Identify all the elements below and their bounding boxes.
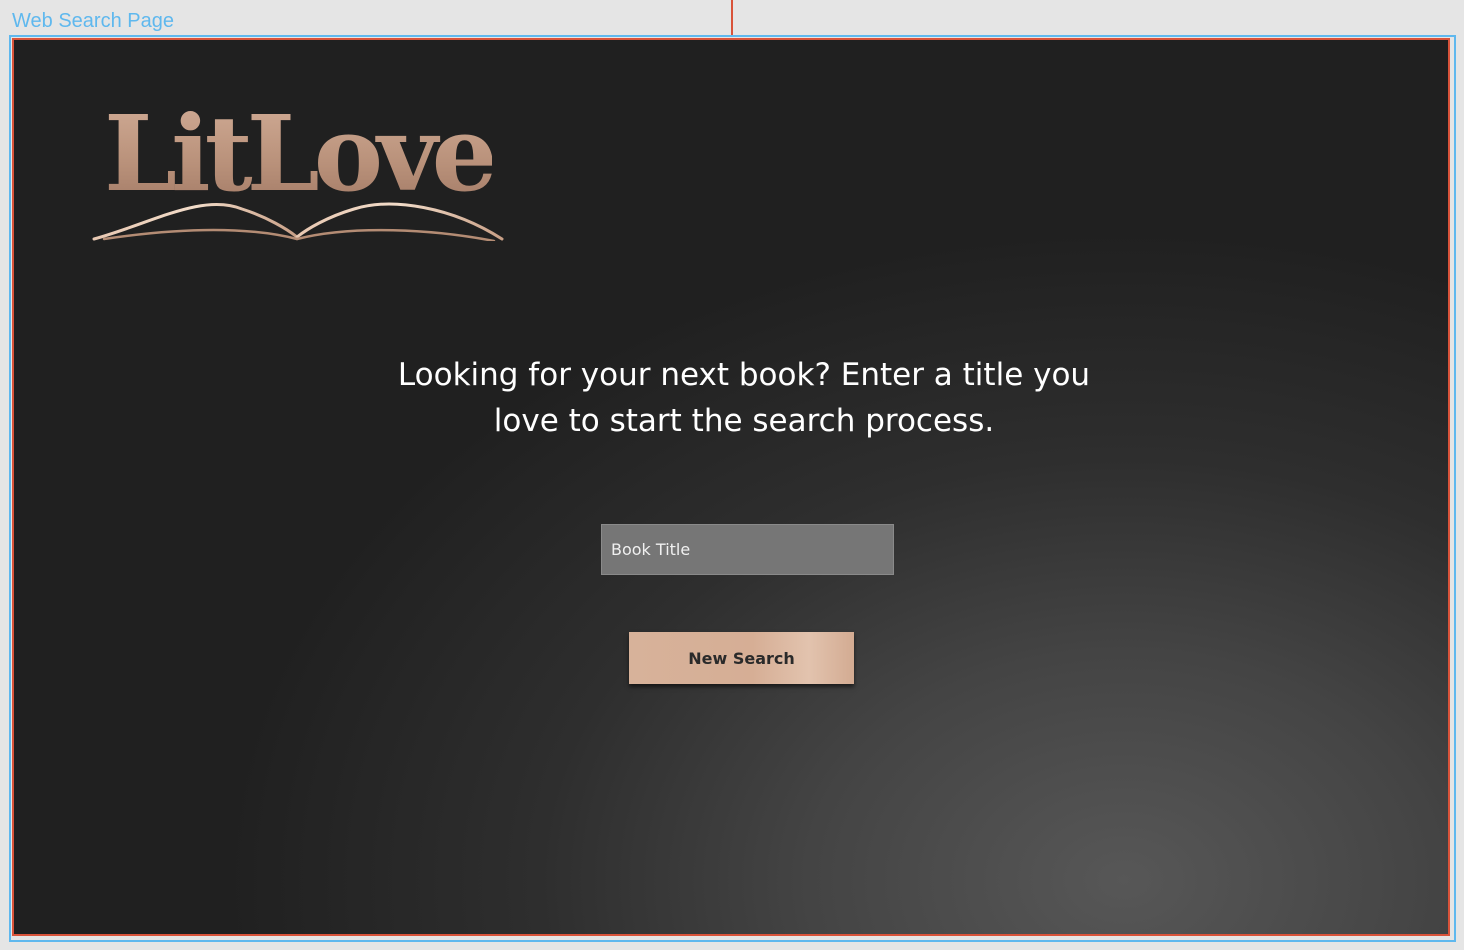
search-prompt-headline: Looking for your next book? Enter a titl… [397,357,1091,439]
web-search-page: LitLove Looking for your next book? Ente… [12,38,1450,936]
open-book-icon [92,202,504,241]
book-title-input[interactable] [601,524,894,575]
litlove-logo: LitLove [92,95,512,245]
new-search-button[interactable]: New Search [629,632,854,684]
guide-line [731,0,733,37]
frame-label: Web Search Page [12,10,174,32]
